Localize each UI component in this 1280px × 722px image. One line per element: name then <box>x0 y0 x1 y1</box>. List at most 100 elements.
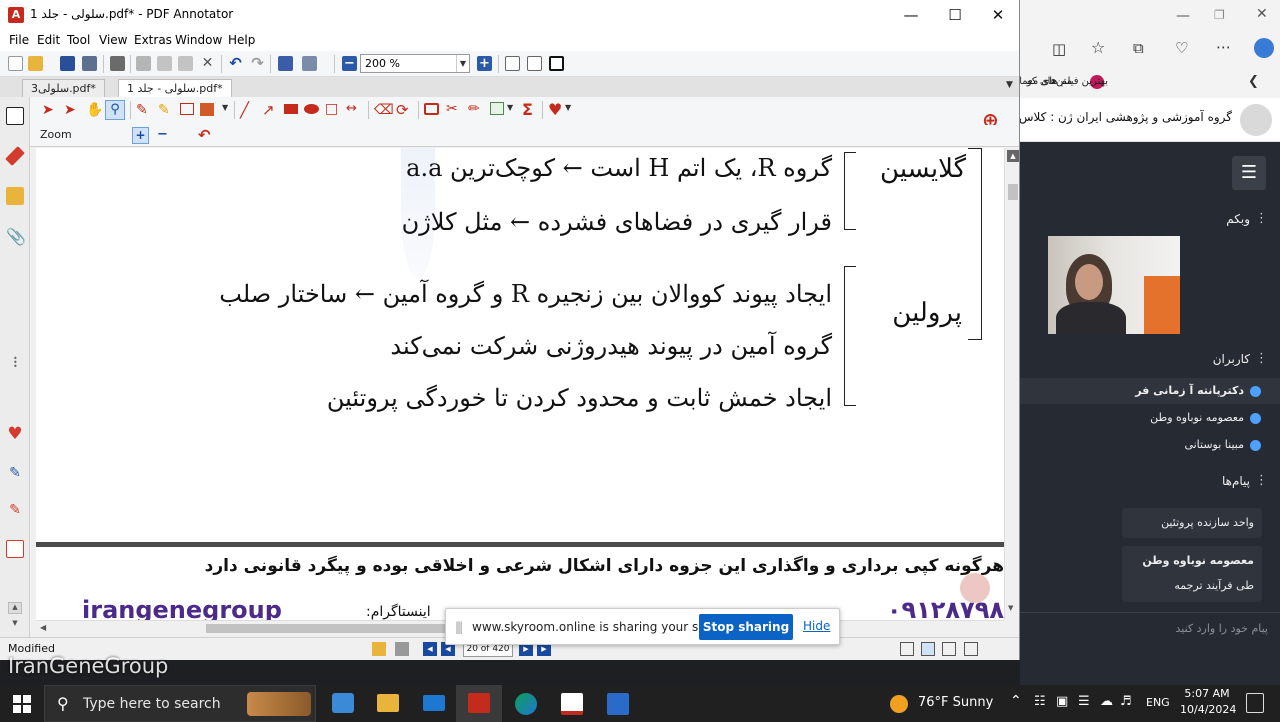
user-item-1[interactable]: دکترپانته آ زمانی فر <box>1135 384 1244 397</box>
menu-tool[interactable]: Tool <box>67 33 90 47</box>
ellipse-tool-icon[interactable] <box>304 104 319 114</box>
scroll-down-icon[interactable]: ▼ <box>8 619 22 631</box>
minimize-button[interactable]: — <box>888 0 934 30</box>
clock-time[interactable]: 5:07 AM <box>1184 687 1230 700</box>
measure-tool-icon[interactable]: ↔ <box>346 101 357 116</box>
menu-window[interactable]: Window <box>175 33 222 47</box>
favorites-star-icon[interactable]: ☆ <box>1091 38 1105 57</box>
close-button[interactable]: ✕ <box>975 0 1019 30</box>
file-explorer-icon[interactable] <box>377 694 399 712</box>
open-folder-icon[interactable] <box>28 56 43 71</box>
vertical-scroll-thumb[interactable] <box>1008 184 1018 200</box>
volume-icon[interactable]: ♬ <box>1120 694 1132 709</box>
fit-page-icon[interactable] <box>505 56 520 71</box>
edge-browser-icon[interactable] <box>515 693 537 715</box>
tab-document-1[interactable]: سلولی - جلد 1.pdf* <box>118 79 232 97</box>
fit-width-icon[interactable] <box>527 56 542 71</box>
maximize-button[interactable]: ☐ <box>932 0 978 30</box>
zoom-in-button[interactable]: + <box>477 56 492 71</box>
chart-icon[interactable] <box>6 540 24 558</box>
paint-app-icon[interactable] <box>607 693 629 715</box>
polygon-tool-icon[interactable]: □ <box>325 101 338 117</box>
scroll-up-arrow-icon[interactable]: ▲ <box>1007 150 1019 162</box>
page-layout-icon[interactable] <box>302 56 317 71</box>
continuous-two-page-icon[interactable] <box>964 642 978 656</box>
ruler-icon[interactable]: ✏ <box>468 101 480 117</box>
paperclip-icon[interactable]: 📎 <box>6 227 26 246</box>
users-options-icon[interactable]: ⋮ <box>1255 351 1268 366</box>
browser-essentials-icon[interactable]: ♡ <box>1175 39 1188 57</box>
highlighter-pen-icon[interactable]: ✎ <box>158 102 170 118</box>
lasso-icon[interactable]: ⟳ <box>396 101 409 119</box>
fullscreen-icon[interactable] <box>549 56 564 71</box>
wifi-icon[interactable]: ☰ <box>1078 694 1090 709</box>
delete-icon[interactable]: ✕ <box>200 56 215 71</box>
scroll-left-arrow-icon[interactable]: ◀ <box>40 623 46 632</box>
pen-bookmark-icon[interactable] <box>5 146 25 166</box>
page-view-icon[interactable] <box>6 107 24 125</box>
hide-banner-link[interactable]: Hide <box>803 619 830 633</box>
select-pointer-icon[interactable]: ➤ <box>42 102 54 118</box>
pen-icon[interactable]: ✎ <box>136 102 148 118</box>
more-options-icon[interactable]: ⋯ <box>1216 38 1231 56</box>
copy-icon[interactable] <box>157 56 172 71</box>
clock-date[interactable]: 10/4/2024 <box>1180 703 1236 716</box>
notifications-icon[interactable] <box>1246 693 1264 713</box>
minimize-icon[interactable]: — <box>1176 8 1190 24</box>
find-binoculars-icon[interactable] <box>278 56 293 71</box>
network-icon[interactable]: ☷ <box>1034 694 1046 709</box>
restore-icon[interactable]: ❐ <box>1214 8 1225 22</box>
menu-extras[interactable]: Extras <box>134 33 172 47</box>
rectangle-tool-icon[interactable] <box>284 104 298 114</box>
start-windows-icon[interactable] <box>13 695 31 713</box>
stamp-dropdown-icon[interactable]: ▼ <box>222 103 228 112</box>
crop-icon[interactable]: ✂ <box>446 101 458 117</box>
image-dropdown-icon[interactable]: ▼ <box>507 103 513 112</box>
redo-icon[interactable]: ↷ <box>250 56 265 71</box>
sigma-icon[interactable]: Σ <box>522 100 533 119</box>
folder-icon[interactable] <box>6 187 24 205</box>
bookmark-item-2[interactable]: متن‌های کو <box>1020 76 1072 87</box>
zoom-level-select[interactable]: 200 % ▼ <box>360 54 470 73</box>
favorite-dropdown-icon[interactable]: ▼ <box>565 103 571 112</box>
taskbar-search-box[interactable]: ⚲ Type here to search <box>44 685 316 722</box>
webcam-options-icon[interactable]: ⋮ <box>1255 211 1268 226</box>
user-item-3[interactable]: مبینا بوستانی <box>1184 438 1244 451</box>
search-highlight-baseball-icon[interactable] <box>247 692 311 716</box>
presentation-app-icon[interactable] <box>561 693 583 715</box>
eraser-icon[interactable]: ⌫ <box>374 102 394 118</box>
line-tool-icon[interactable]: ╱ <box>240 101 249 119</box>
marker-icon[interactable]: ✎ <box>6 502 24 520</box>
collections-icon[interactable]: ⧉ <box>1133 39 1144 57</box>
input-language[interactable]: ENG <box>1146 696 1170 709</box>
copilot-icon[interactable] <box>1254 38 1274 58</box>
split-screen-icon[interactable]: ◫ <box>1052 40 1066 58</box>
menu-edit[interactable]: Edit <box>37 33 60 47</box>
arrow-tool-icon[interactable]: ↗ <box>262 101 275 119</box>
cut-icon[interactable] <box>136 56 151 71</box>
task-view-app-icon[interactable] <box>332 693 354 713</box>
save-icon[interactable] <box>60 56 75 71</box>
chevron-down-icon[interactable]: ▼ <box>456 55 469 72</box>
first-page-icon[interactable]: ◀ <box>423 642 437 656</box>
new-document-icon[interactable] <box>8 56 23 71</box>
menu-help[interactable]: Help <box>228 33 255 47</box>
user-item-2[interactable]: معصومه نوباوه وطن <box>1150 411 1244 424</box>
text-box-icon[interactable] <box>180 103 194 115</box>
continuous-view-icon[interactable] <box>921 642 935 656</box>
history-back-icon[interactable] <box>372 642 386 656</box>
hamburger-menu-icon[interactable]: ☰ <box>1232 156 1266 190</box>
favorite-heart-icon[interactable]: ♥ <box>548 100 562 119</box>
two-page-view-icon[interactable] <box>942 642 956 656</box>
resize-grip-icon[interactable]: • • • <box>13 355 18 371</box>
tab-list-chevron-icon[interactable]: ▼ <box>1006 80 1013 90</box>
undo-icon[interactable]: ↶ <box>228 56 243 71</box>
weather-text[interactable]: 76°F Sunny <box>918 695 993 710</box>
text-select-icon[interactable]: ➤ <box>64 102 76 118</box>
favorites-heart-icon[interactable]: ♥ <box>6 425 24 443</box>
menu-file[interactable]: File <box>9 33 29 47</box>
bookmarks-chevron-icon[interactable]: ❮ <box>1248 74 1259 89</box>
insert-image-icon[interactable] <box>490 102 504 115</box>
paste-icon[interactable] <box>178 56 193 71</box>
cloud-icon[interactable]: ☁ <box>1100 694 1113 709</box>
